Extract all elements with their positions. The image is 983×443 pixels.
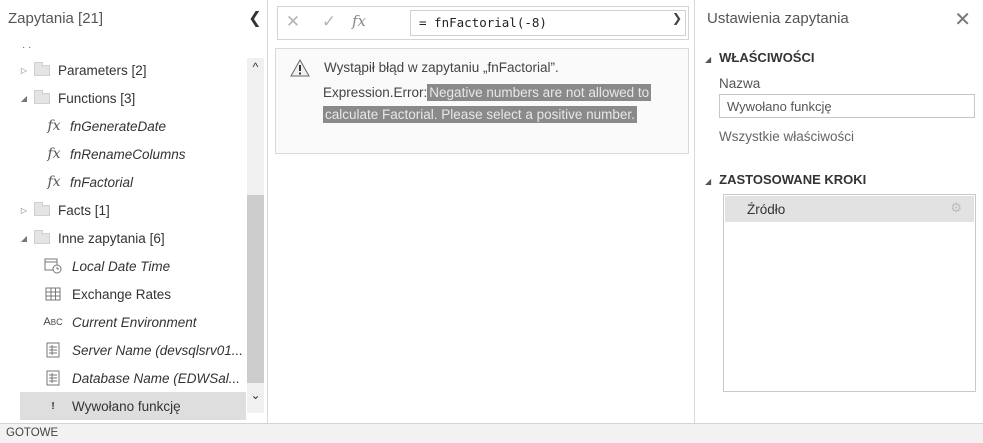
folder-icon [34, 89, 50, 104]
check-icon[interactable]: ✓ [318, 12, 340, 34]
tree-item-label: Local Date Time [72, 258, 171, 274]
error-message-line1[interactable]: Negative numbers are not allowed to [427, 84, 652, 101]
formula-input[interactable]: = fnFactorial(-8) [410, 10, 686, 36]
tree-item-label: fnFactorial [70, 174, 134, 190]
expanded-triangle-icon: ◢ [705, 55, 712, 64]
expanded-triangle-icon[interactable]: ◢ [18, 234, 30, 243]
tree-item-fngeneratedate[interactable]: fx fnGenerateDate [0, 112, 246, 140]
tree-item-label: Current Environment [72, 314, 197, 330]
tree-item-label: Wywołano funkcję [72, 398, 181, 414]
applied-steps-heading: ZASTOSOWANE KROKI [719, 172, 867, 187]
step-label: Źródło [747, 201, 786, 217]
function-icon: fx [47, 174, 61, 190]
expanded-triangle-icon: ◢ [705, 177, 712, 186]
tree-item-label: Parameters [2] [58, 62, 147, 78]
applied-step-item[interactable]: Źródło ⚙ [725, 196, 974, 222]
tree-item-local-date-time[interactable]: Local Date Time [0, 252, 246, 280]
preview-pane: ✕ ✓ fx = fnFactorial(-8) ❯ Wystąpił błąd… [269, 0, 693, 423]
queries-tree: ▷ Parameters [2] ◢ Functions [3] fx fnGe… [0, 40, 246, 423]
folder-icon [34, 201, 50, 216]
formula-bar: ✕ ✓ fx = fnFactorial(-8) ❯ [277, 6, 689, 40]
chevron-down-icon[interactable]: ❯ [672, 11, 682, 25]
tree-item-invoked-function[interactable]: ! Wywołano funkcję [20, 392, 246, 420]
chevron-right-icon[interactable]: ▷ [18, 206, 30, 215]
tree-item-label: Exchange Rates [72, 286, 172, 302]
warning-icon: ! [51, 400, 55, 412]
error-message-box: Wystąpił błąd w zapytaniu „fnFactorial”.… [275, 48, 689, 154]
settings-title: Ustawienia zapytania [707, 10, 849, 27]
text-type-icon: ABC [43, 316, 63, 328]
expanded-triangle-icon[interactable]: ◢ [18, 94, 30, 103]
tree-item-fnrenamecolumns[interactable]: fx fnRenameColumns [0, 140, 246, 168]
error-details: Expression.Error: Negative numbers are no… [323, 82, 683, 126]
parameter-icon [44, 342, 62, 358]
cancel-icon[interactable]: ✕ [282, 12, 304, 34]
close-icon[interactable]: ✕ [954, 7, 971, 32]
tree-item-label: Server Name (devsqlsrv01... [72, 342, 244, 358]
status-bar: GOTOWE [0, 423, 983, 443]
chevron-left-icon[interactable]: ❮ [246, 8, 264, 30]
all-properties-link[interactable]: Wszystkie właściwości [719, 129, 854, 144]
tree-folder-parameters[interactable]: ▷ Parameters [2] [0, 56, 246, 84]
tree-item-label: fnRenameColumns [70, 146, 186, 162]
queries-title: Zapytania [21] [8, 10, 104, 27]
folder-icon [34, 61, 50, 76]
tree-folder-other-queries[interactable]: ◢ Inne zapytania [6] [0, 224, 246, 252]
status-text: GOTOWE [6, 427, 59, 439]
tree-item-current-environment[interactable]: ABC Current Environment [0, 308, 246, 336]
error-message-line2[interactable]: calculate Factorial. Please select a pos… [323, 106, 637, 123]
queries-pane: Zapytania [21] ❮ · · ▷ Parameters [2] ◢ … [0, 0, 268, 423]
applied-steps-list: Źródło ⚙ [723, 194, 976, 392]
formula-text: = fnFactorial(-8) [419, 15, 547, 30]
table-icon [44, 286, 62, 302]
queries-scrollbar-thumb[interactable] [247, 195, 264, 383]
warning-icon [290, 59, 310, 77]
error-prefix: Expression.Error: [323, 85, 428, 100]
tree-item-label: Facts [1] [58, 202, 110, 218]
tree-item-fnfactorial[interactable]: fx fnFactorial [0, 168, 246, 196]
query-settings-pane: Ustawienia zapytania ✕ ◢ WŁAŚCIWOŚCI Nazw… [694, 0, 983, 423]
name-label: Nazwa [719, 76, 761, 91]
chevron-down-icon[interactable]: ⌄ [247, 388, 264, 406]
tree-item-database-name[interactable]: Database Name (EDWSal... [0, 364, 246, 392]
chevron-up-icon[interactable]: ^ [247, 60, 264, 78]
tree-item-exchange-rates[interactable]: Exchange Rates [0, 280, 246, 308]
tree-item-label: fnGenerateDate [70, 118, 167, 134]
tree-item-label: Functions [3] [58, 90, 136, 106]
queries-header: Zapytania [21] ❮ [0, 0, 268, 40]
function-icon: fx [47, 146, 61, 162]
tree-item-label: Database Name (EDWSal... [72, 370, 241, 386]
query-name-input[interactable] [719, 94, 975, 118]
tree-item-label: Inne zapytania [6] [58, 230, 165, 246]
applied-steps-section-header[interactable]: ◢ ZASTOSOWANE KROKI [705, 172, 866, 187]
gear-icon[interactable]: ⚙ [950, 200, 962, 216]
tree-item-server-name[interactable]: Server Name (devsqlsrv01... [0, 336, 246, 364]
folder-icon [34, 229, 50, 244]
calendar-clock-icon [44, 258, 62, 274]
function-icon: fx [47, 118, 61, 134]
parameter-icon [44, 370, 62, 386]
properties-heading: WŁAŚCIWOŚCI [719, 50, 815, 65]
error-title: Wystąpił błąd w zapytaniu „fnFactorial”. [324, 60, 559, 75]
chevron-right-icon[interactable]: ▷ [18, 66, 30, 75]
fx-icon[interactable]: fx [348, 12, 370, 34]
properties-section-header[interactable]: ◢ WŁAŚCIWOŚCI [705, 50, 814, 65]
tree-folder-facts[interactable]: ▷ Facts [1] [0, 196, 246, 224]
tree-folder-functions[interactable]: ◢ Functions [3] [0, 84, 246, 112]
